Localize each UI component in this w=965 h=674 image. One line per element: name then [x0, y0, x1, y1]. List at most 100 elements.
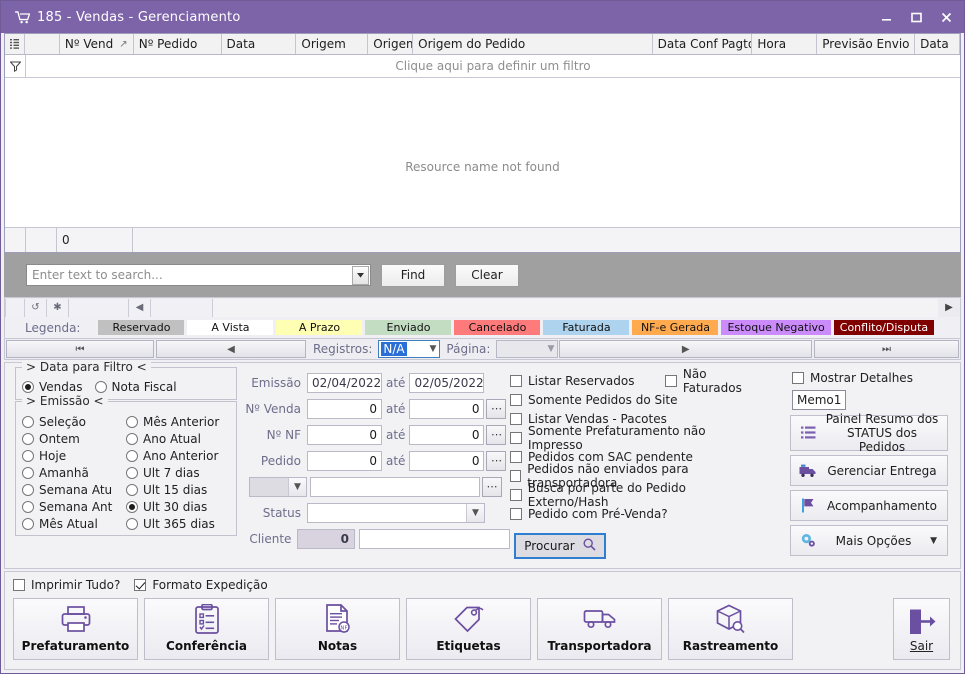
num-venda-from-input[interactable]: 0	[307, 398, 382, 419]
grid-col-blank[interactable]	[24, 34, 60, 54]
filter-funnel-icon[interactable]	[5, 55, 26, 77]
grid-col-origem[interactable]: Origem	[296, 34, 369, 54]
radio-hoje[interactable]: Hoje	[22, 447, 126, 464]
checkbox-listar-reservados[interactable]: Listar Reservados	[510, 374, 651, 388]
date-filter-column: > Data para Filtro < Vendas Nota Fiscal …	[5, 360, 245, 568]
new-record-icon[interactable]: ✱	[47, 298, 69, 317]
search-input[interactable]	[27, 265, 352, 285]
radio-label: Mês Atual	[39, 516, 98, 531]
radio-mes-atual[interactable]: Mês Atual	[22, 515, 126, 532]
num-venda-lookup-button[interactable]: ⋯	[486, 398, 507, 419]
grid-col-num-vend[interactable]: Nº Vend ↗	[59, 34, 134, 54]
grid-col-num-pedido[interactable]: Nº Pedido	[133, 34, 222, 54]
radio-ult-15-dias[interactable]: Ult 15 dias	[126, 481, 230, 498]
grid-footer-count: 0	[57, 228, 133, 252]
memo-field[interactable]: Memo1	[792, 390, 846, 410]
emissao-to-input[interactable]: 02/05/2022	[409, 372, 485, 393]
status-select[interactable]: ▼	[307, 502, 485, 523]
radio-ult-30-dias[interactable]: Ult 30 dias	[126, 498, 230, 515]
filter-hint-text[interactable]: Clique aqui para definir um filtro	[26, 55, 960, 77]
grid-col-data-conf-pagto[interactable]: Data Conf Pagto	[652, 34, 753, 54]
painel-resumo-status-label: Painel Resumo dos STATUS dos Pedidos	[825, 412, 939, 454]
checkbox-indicator	[510, 393, 522, 406]
checkbox-label: Somente Pedidos do Site	[528, 392, 678, 407]
cliente-code-input[interactable]: 0	[297, 528, 356, 549]
prev-page-icon[interactable]: ◀	[156, 340, 306, 358]
conferencia-button[interactable]: Conferência	[144, 598, 269, 660]
num-venda-to-input[interactable]: 0	[409, 398, 485, 419]
checkbox-pedido-pre-venda[interactable]: Pedido com Pré-Venda?	[510, 507, 668, 521]
painel-resumo-status-button[interactable]: Painel Resumo dos STATUS dos Pedidos	[790, 412, 948, 454]
find-button[interactable]: Find	[381, 263, 445, 287]
pagina-label: Página:	[446, 342, 491, 356]
num-nf-lookup-button[interactable]: ⋯	[486, 424, 507, 445]
gerenciar-entrega-button[interactable]: Gerenciar Entrega	[790, 455, 948, 486]
radio-selecao[interactable]: Seleção	[22, 413, 126, 430]
pagina-select[interactable]: ▼	[496, 340, 559, 358]
nav-blank-3[interactable]	[151, 298, 213, 317]
nav-blank-2[interactable]	[69, 298, 129, 317]
grid-col-origem-do-pedido[interactable]: Origem do Pedido	[413, 34, 653, 54]
nav-next-icon[interactable]: ▶	[938, 302, 960, 313]
checkbox-nao-faturados[interactable]: Não Faturados	[665, 367, 764, 395]
prefaturamento-button[interactable]: Prefaturamento	[13, 598, 138, 660]
pedido-lookup-button[interactable]: ⋯	[486, 450, 507, 471]
checkbox-imprimir-tudo[interactable]: Imprimir Tudo?	[13, 578, 120, 592]
grid-col-previsao-envio[interactable]: Previsão Envio	[817, 34, 916, 54]
grid-col-origem-2[interactable]: Origem	[368, 34, 414, 54]
checkbox-mostrar-detalhes[interactable]: Mostrar Detalhes	[792, 371, 946, 385]
registros-select[interactable]: N/A ▼	[378, 340, 441, 358]
minimize-icon[interactable]	[872, 4, 900, 30]
refresh-icon[interactable]: ↺	[25, 298, 47, 317]
grid-col-hora[interactable]: Hora	[752, 34, 818, 54]
close-icon[interactable]	[932, 4, 960, 30]
chevron-down-icon[interactable]	[352, 265, 369, 285]
radio-label: Vendas	[39, 380, 83, 394]
pedido-from-input[interactable]: 0	[307, 450, 382, 471]
extra-type-select[interactable]: ▼	[249, 476, 307, 497]
radio-ano-atual[interactable]: Ano Atual	[126, 430, 230, 447]
cliente-name-input[interactable]	[359, 528, 510, 549]
chevron-down-icon: ▼	[288, 477, 306, 496]
last-page-icon[interactable]: ⏭	[814, 340, 959, 358]
num-nf-to-input[interactable]: 0	[409, 424, 485, 445]
checkbox-somente-prefaturamento[interactable]: Somente Prefaturamento não Impresso	[510, 424, 764, 452]
pedido-to-input[interactable]: 0	[409, 450, 485, 471]
extra-search-row: ▼ ⋯	[245, 475, 510, 498]
notas-button[interactable]: NF Notas	[275, 598, 400, 660]
radio-semana-atual[interactable]: Semana Atu	[22, 481, 126, 498]
rastreamento-button[interactable]: Rastreamento	[668, 598, 793, 660]
grid-column-selector[interactable]	[5, 34, 25, 54]
next-page-icon[interactable]: ▶	[559, 340, 812, 358]
checkbox-somente-pedidos-site[interactable]: Somente Pedidos do Site	[510, 393, 678, 407]
checkbox-formato-expedicao[interactable]: Formato Expedição	[134, 578, 268, 592]
radio-ult-365-dias[interactable]: Ult 365 dias	[126, 515, 230, 532]
grid-filter-row[interactable]: Clique aqui para definir um filtro	[5, 55, 960, 78]
sair-button[interactable]: Sair	[893, 598, 950, 660]
first-page-icon[interactable]: ⏮	[6, 340, 154, 358]
extra-lookup-button[interactable]: ⋯	[482, 476, 502, 497]
chevron-down-icon: ▼	[429, 344, 437, 354]
radio-ult-7-dias[interactable]: Ult 7 dias	[126, 464, 230, 481]
acompanhamento-button[interactable]: Acompanhamento	[790, 490, 948, 521]
radio-amanha[interactable]: Amanhã	[22, 464, 126, 481]
nav-prev-icon[interactable]: ◀	[129, 298, 151, 317]
etiquetas-button[interactable]: Etiquetas	[406, 598, 531, 660]
emissao-label: Emissão	[251, 375, 301, 390]
search-combo[interactable]	[26, 264, 371, 286]
maximize-icon[interactable]	[902, 4, 930, 30]
mais-opcoes-button[interactable]: Mais Opções ▼	[790, 525, 948, 556]
grid-col-data-2[interactable]: Data	[915, 34, 960, 54]
procurar-button[interactable]: Procurar	[514, 533, 606, 559]
checkbox-busca-pedido-externo[interactable]: Busca por parte do Pedido Externo/Hash	[510, 481, 764, 509]
emissao-from-input[interactable]: 02/04/2022	[307, 372, 382, 393]
radio-semana-anterior[interactable]: Semana Ant	[22, 498, 126, 515]
grid-col-data[interactable]: Data	[221, 34, 297, 54]
radio-ano-anterior[interactable]: Ano Anterior	[126, 447, 230, 464]
transportadora-button[interactable]: Transportadora	[537, 598, 662, 660]
extra-text-input[interactable]	[310, 476, 480, 497]
clear-button[interactable]: Clear	[455, 263, 519, 287]
radio-mes-anterior[interactable]: Mês Anterior	[126, 413, 230, 430]
num-nf-from-input[interactable]: 0	[307, 424, 382, 445]
radio-ontem[interactable]: Ontem	[22, 430, 126, 447]
